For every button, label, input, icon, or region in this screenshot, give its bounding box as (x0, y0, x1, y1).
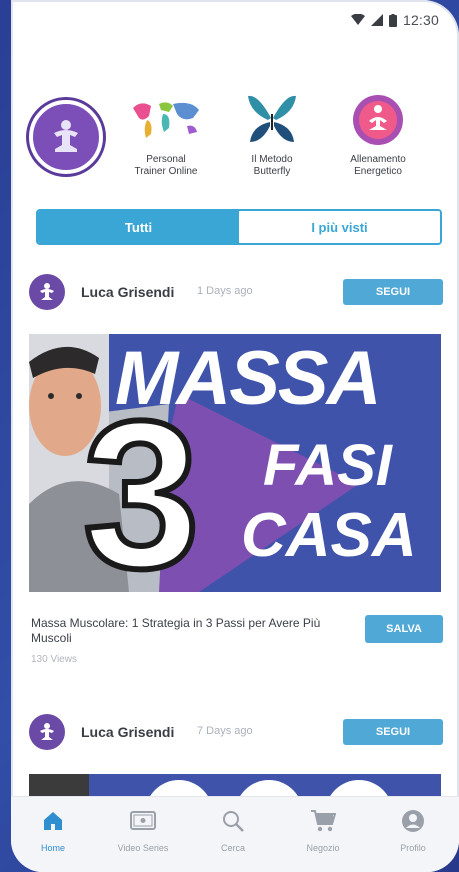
tab-label: Profilo (400, 843, 426, 853)
tab-label: Home (40, 843, 65, 853)
tab-label: Video Series (117, 843, 169, 853)
category-item-metodo-butterfly[interactable]: Il Metodo Butterfly (217, 92, 327, 178)
save-button[interactable]: SALVA (365, 615, 443, 643)
post-time: 7 Days ago (197, 725, 253, 737)
trainer-avatar-icon (54, 120, 78, 152)
tab-negozio[interactable]: Negozio (283, 807, 363, 853)
status-time: 12:30 (402, 12, 439, 28)
video-title[interactable]: Massa Muscolare: 1 Strategia in 3 Passi … (31, 616, 351, 646)
post-header: Luca Grisendi 7 Days ago SEGUI (11, 712, 459, 752)
butterfly-icon (248, 95, 296, 142)
tab-profilo[interactable]: Profilo (373, 807, 453, 853)
category-item-allenamento-energetico[interactable]: Allenamento Energetico (323, 92, 433, 178)
tab-label: Cerca (220, 843, 245, 853)
category-item-personal-trainer[interactable]: Personal Trainer Online (111, 92, 221, 178)
home-icon (44, 812, 62, 830)
phone-screen: 12:30 Personal Trainer Online Il Metodo … (11, 0, 459, 872)
post-time: 1 Days ago (197, 285, 253, 297)
video-series-icon (130, 811, 156, 830)
follow-button[interactable]: SEGUI (343, 719, 443, 745)
tab-tutti[interactable]: Tutti (38, 211, 239, 243)
category-label: Il Metodo Butterfly (251, 154, 293, 177)
trainer-avatar-icon (40, 723, 54, 740)
signal-icon (370, 14, 383, 26)
status-bar: 12:30 (350, 12, 439, 28)
tab-piu-visti[interactable]: I più visti (239, 211, 440, 243)
world-map-icon (133, 102, 199, 138)
meditation-icon (353, 95, 403, 145)
follow-button[interactable]: SEGUI (343, 279, 443, 305)
tab-cerca[interactable]: Cerca (193, 807, 273, 853)
bottom-tab-bar: Home Video Series Cerca Negozio Profilo (11, 796, 459, 872)
thumbnail-number: 3 (80, 377, 203, 593)
author-name[interactable]: Luca Grisendi (81, 284, 174, 300)
video-thumbnail[interactable]: MASSA 3 FASI CASA (29, 334, 441, 592)
trainer-avatar-icon (40, 283, 54, 300)
channel-avatar[interactable] (29, 100, 103, 174)
cart-icon (311, 810, 336, 832)
post-header: Luca Grisendi 1 Days ago SEGUI (11, 272, 459, 312)
tab-label: Negozio (306, 843, 340, 853)
profile-icon (402, 810, 424, 832)
view-count: 130 Views (31, 654, 77, 665)
battery-icon (388, 13, 397, 27)
category-label: Personal Trainer Online (134, 154, 198, 177)
tab-video-series[interactable]: Video Series (103, 807, 183, 853)
category-label: Allenamento Energetico (350, 154, 406, 177)
search-icon (223, 811, 244, 832)
category-carousel[interactable]: Personal Trainer Online Il Metodo Butter… (11, 92, 459, 187)
feed-filter-segmented-control: Tutti I più visti (36, 209, 442, 245)
wifi-icon (350, 14, 365, 25)
thumbnail-title-casa: CASA (241, 501, 417, 570)
author-avatar[interactable] (29, 714, 65, 750)
author-name[interactable]: Luca Grisendi (81, 724, 174, 740)
thumbnail-title-fasi: FASI (263, 433, 392, 498)
tab-home[interactable]: Home (13, 807, 93, 853)
author-avatar[interactable] (29, 274, 65, 310)
